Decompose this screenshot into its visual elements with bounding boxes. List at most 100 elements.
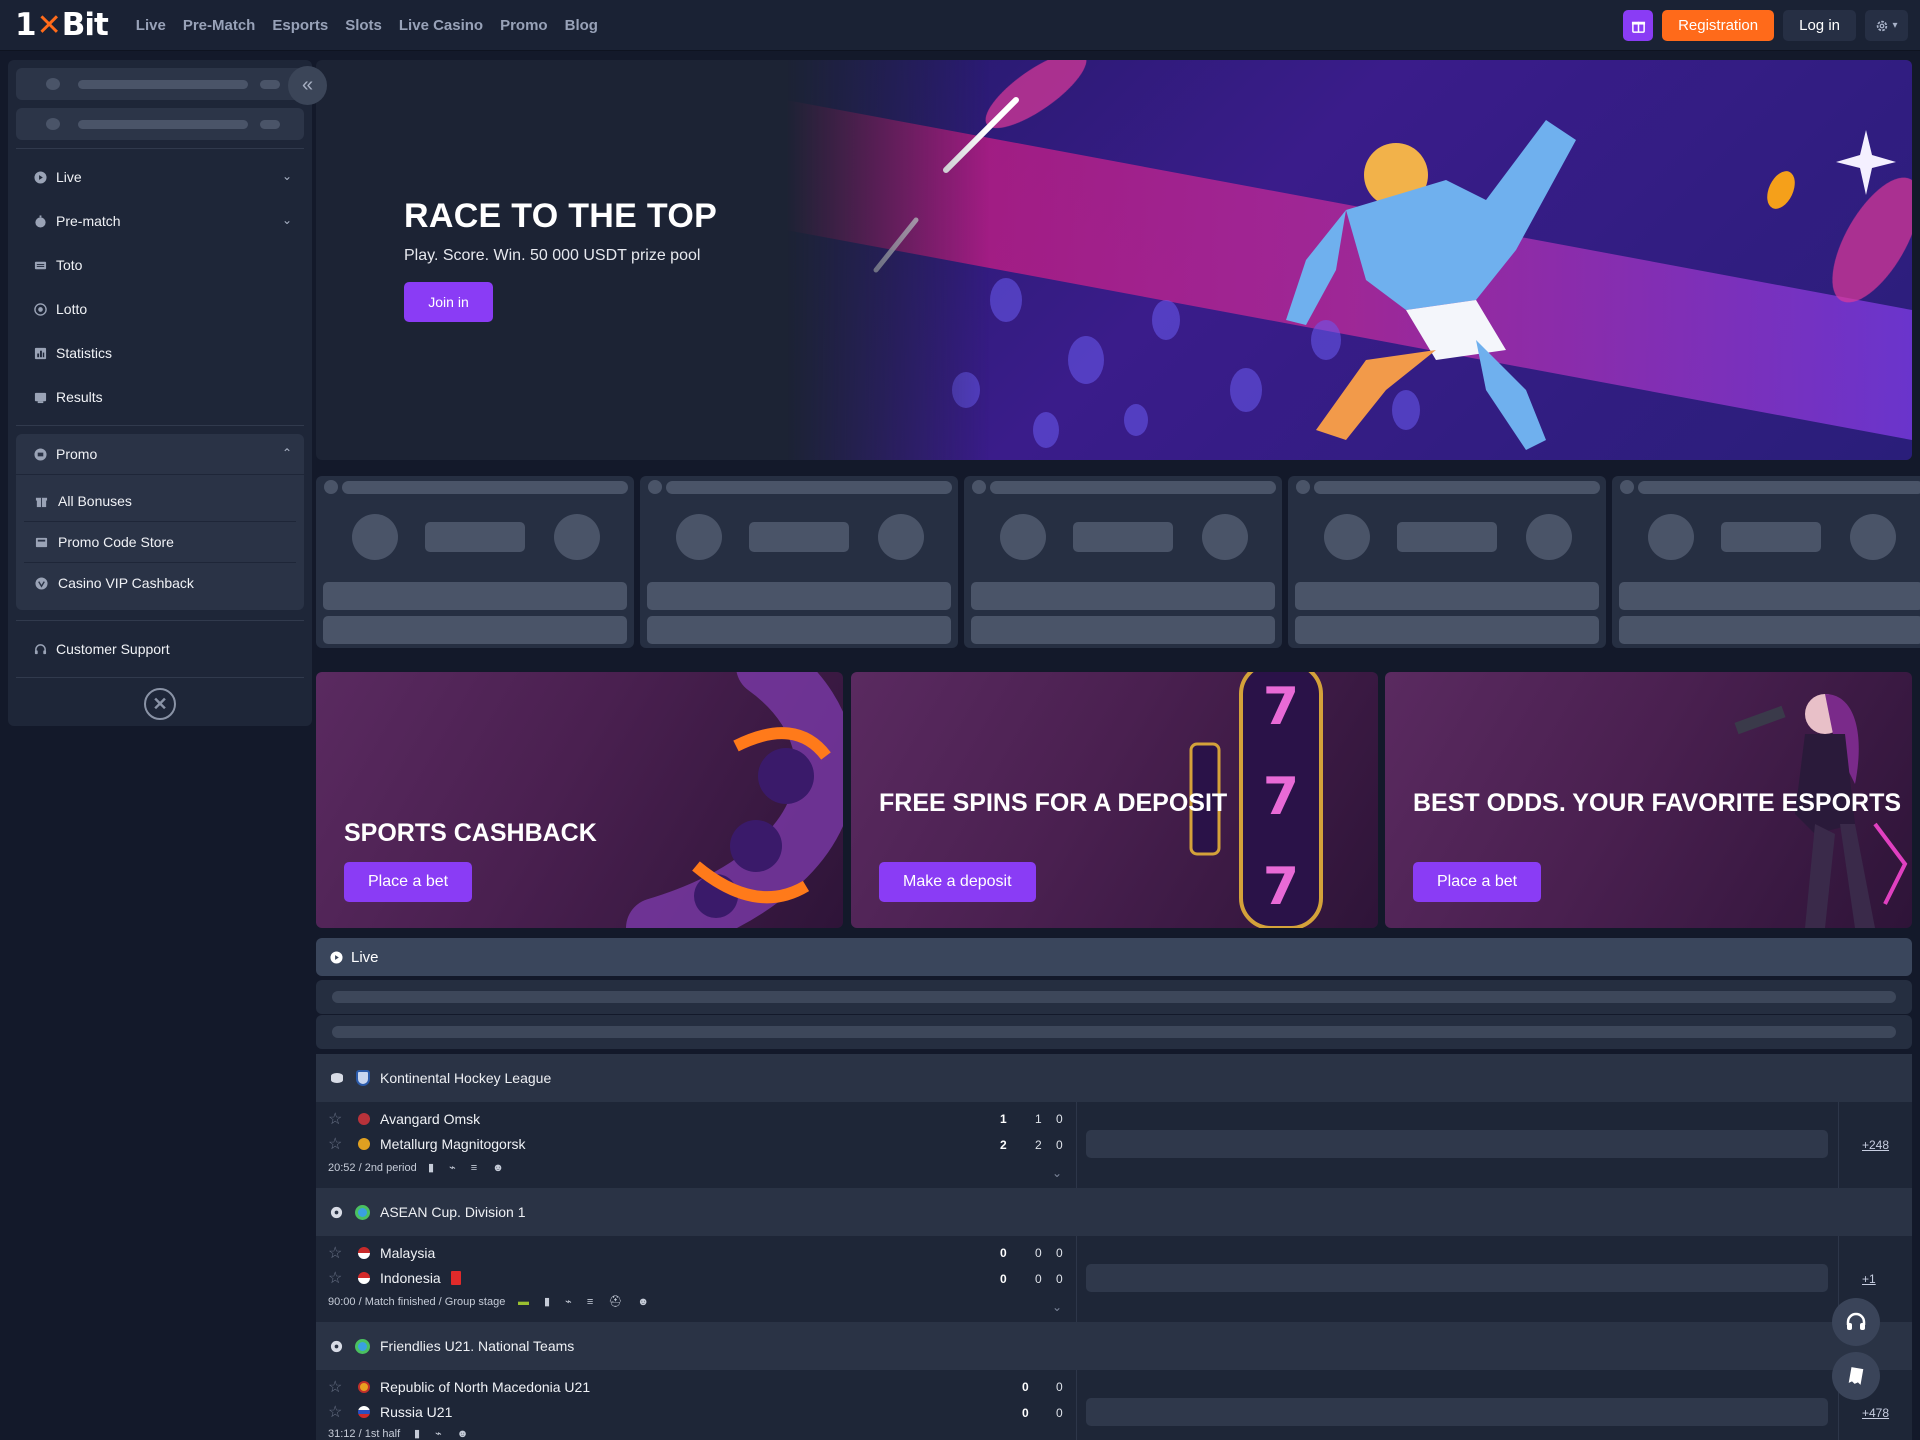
- promo-icon: [33, 447, 47, 461]
- odds-skeleton: [1086, 1398, 1828, 1426]
- favorite-star-icon[interactable]: ☆: [328, 1268, 348, 1288]
- match-time: 31:12 / 1st half: [328, 1428, 401, 1440]
- sidebar-item-results[interactable]: Results: [16, 375, 304, 419]
- bet-slip-button[interactable]: [1832, 1352, 1880, 1400]
- banner-title: FREE SPINS FOR A DEPOSIT: [879, 789, 1228, 817]
- sidebar-item-promo[interactable]: Promo ⌃: [16, 434, 304, 474]
- logo-left: 1: [15, 7, 37, 43]
- favorite-star-icon[interactable]: ☆: [328, 1134, 348, 1154]
- join-in-button[interactable]: Join in: [404, 282, 493, 322]
- sidebar-item-statistics[interactable]: Statistics: [16, 331, 304, 375]
- event-card-skeleton: [640, 476, 958, 648]
- score-total: 0: [1022, 1380, 1029, 1394]
- favorite-star-icon[interactable]: ☆: [328, 1243, 348, 1263]
- event-card-skeleton: [964, 476, 1282, 648]
- place-bet-button[interactable]: Place a bet: [344, 862, 473, 902]
- stats-icons[interactable]: ▬ ▮ ⌁ ≡ ⛑ ☻: [518, 1295, 655, 1308]
- match-row[interactable]: ☆ Republic of North Macedonia U21 ☆ Russ…: [316, 1370, 1912, 1440]
- gift-icon: [1631, 21, 1645, 33]
- hero-banner[interactable]: RACE TO THE TOP Play. Score. Win. 50 000…: [316, 60, 1912, 460]
- team-name: Indonesia: [380, 1270, 441, 1286]
- promo-item-all-bonuses[interactable]: All Bonuses: [24, 481, 296, 521]
- divider: [16, 425, 304, 426]
- event-card-skeleton: [1288, 476, 1606, 648]
- stats-icons[interactable]: ▮ ⌁ ☻: [414, 1427, 474, 1440]
- login-button[interactable]: Log in: [1783, 10, 1856, 41]
- chevron-down-icon[interactable]: ⌄: [1052, 1166, 1062, 1180]
- league-header[interactable]: Kontinental Hockey League: [316, 1054, 1912, 1102]
- league-header[interactable]: Friendlies U21. National Teams: [316, 1322, 1912, 1370]
- chevron-down-icon[interactable]: ⌄: [1052, 1300, 1062, 1314]
- more-markets-link[interactable]: +1: [1862, 1272, 1876, 1286]
- russia-flag-icon: [358, 1406, 370, 1418]
- hero-illustration: [786, 60, 1912, 460]
- promo-item-label: All Bonuses: [58, 493, 132, 509]
- match-time: 90:00 / Match finished / Group stage: [328, 1296, 506, 1308]
- vip-icon: [34, 576, 48, 590]
- headset-icon: [33, 642, 47, 656]
- score-period: 0: [1035, 1246, 1042, 1260]
- nav-esports[interactable]: Esports: [272, 17, 328, 34]
- promo-banner-free-spins[interactable]: 7 7 7 FREE SPINS FOR A DEPOSIT Make a de…: [851, 672, 1378, 928]
- league-header[interactable]: ASEAN Cup. Division 1: [316, 1188, 1912, 1236]
- soccer-ball-icon: [330, 1206, 343, 1219]
- sidebar-item-live[interactable]: Live ⌄: [16, 155, 304, 199]
- sidebar-item-label: Lotto: [56, 301, 88, 317]
- promo-banner-esports[interactable]: BEST ODDS. YOUR FAVORITE ESPORTS Place a…: [1385, 672, 1912, 928]
- nav-pre-match[interactable]: Pre-Match: [183, 17, 256, 34]
- sidebar-item-pre-match[interactable]: Pre-match ⌄: [16, 199, 304, 243]
- gift-button[interactable]: [1623, 10, 1654, 41]
- logo-right: Bit: [61, 7, 109, 43]
- logo[interactable]: 1 ✕ Bit: [15, 7, 109, 43]
- divider: [1076, 1236, 1077, 1322]
- basketball-spiral-illustration: [626, 672, 843, 928]
- nav-live[interactable]: Live: [136, 17, 166, 34]
- collapse-sidebar-button[interactable]: «: [288, 66, 327, 105]
- promo-item-casino-vip-cashback[interactable]: Casino VIP Cashback: [24, 563, 296, 603]
- match-row[interactable]: ☆ Malaysia ☆ Indonesia 0 0 0 0 0 0 90:00…: [316, 1236, 1912, 1322]
- gift-icon: [34, 494, 48, 508]
- stats-icons[interactable]: ▮ ⌁ ≡ ☻: [428, 1161, 510, 1174]
- hockey-puck-icon: [330, 1072, 344, 1084]
- event-cards-loading: [316, 476, 1920, 648]
- nav-live-casino[interactable]: Live Casino: [399, 17, 483, 34]
- nav-promo[interactable]: Promo: [500, 17, 548, 34]
- more-markets-link[interactable]: +478: [1862, 1406, 1889, 1420]
- registration-button[interactable]: Registration: [1662, 10, 1775, 41]
- match-row[interactable]: ☆ Avangard Omsk ☆ Metallurg Magnitogorsk…: [316, 1102, 1912, 1188]
- favorite-star-icon[interactable]: ☆: [328, 1109, 348, 1129]
- divider: [16, 677, 304, 678]
- place-bet-button[interactable]: Place a bet: [1413, 862, 1542, 902]
- team-name: Malaysia: [380, 1245, 436, 1261]
- nav-slots[interactable]: Slots: [345, 17, 382, 34]
- results-icon: [33, 390, 47, 404]
- promo-banner-sports-cashback[interactable]: SPORTS CASHBACK Place a bet: [316, 672, 843, 928]
- promo-item-promo-code-store[interactable]: Promo Code Store: [24, 522, 296, 562]
- globe-icon: [355, 1338, 370, 1354]
- make-deposit-button[interactable]: Make a deposit: [879, 862, 1036, 902]
- support-chat-button[interactable]: [1832, 1298, 1880, 1346]
- team-name: Republic of North Macedonia U21: [380, 1379, 591, 1395]
- hero-title: RACE TO THE TOP: [404, 197, 718, 235]
- nav-blog[interactable]: Blog: [565, 17, 598, 34]
- sidebar-item-toto[interactable]: Toto: [16, 243, 304, 287]
- statistics-icon: [33, 346, 47, 360]
- main-nav: Live Pre-Match Esports Slots Live Casino…: [136, 17, 598, 34]
- hero-subtitle: Play. Score. Win. 50 000 USDT prize pool: [404, 247, 701, 264]
- score-period: 0: [1056, 1112, 1063, 1126]
- globe-icon: [355, 1204, 370, 1220]
- more-markets-link[interactable]: +248: [1862, 1138, 1889, 1152]
- red-card-icon: [450, 1271, 461, 1285]
- league-name: Kontinental Hockey League: [380, 1070, 552, 1086]
- favorite-star-icon[interactable]: ☆: [328, 1377, 348, 1397]
- settings-button[interactable]: ▾: [1865, 10, 1908, 41]
- sidebar-item-lotto[interactable]: Lotto: [16, 287, 304, 331]
- favorite-star-icon[interactable]: ☆: [328, 1402, 348, 1422]
- score-total: 1: [1000, 1112, 1007, 1126]
- score-total: 0: [1022, 1406, 1029, 1420]
- soccer-ball-icon: [330, 1340, 343, 1353]
- score-period: 2: [1035, 1138, 1042, 1152]
- sidebar-item-customer-support[interactable]: Customer Support: [16, 627, 304, 671]
- live-section-header[interactable]: Live: [316, 938, 1912, 976]
- filter-skeleton: [316, 1015, 1912, 1049]
